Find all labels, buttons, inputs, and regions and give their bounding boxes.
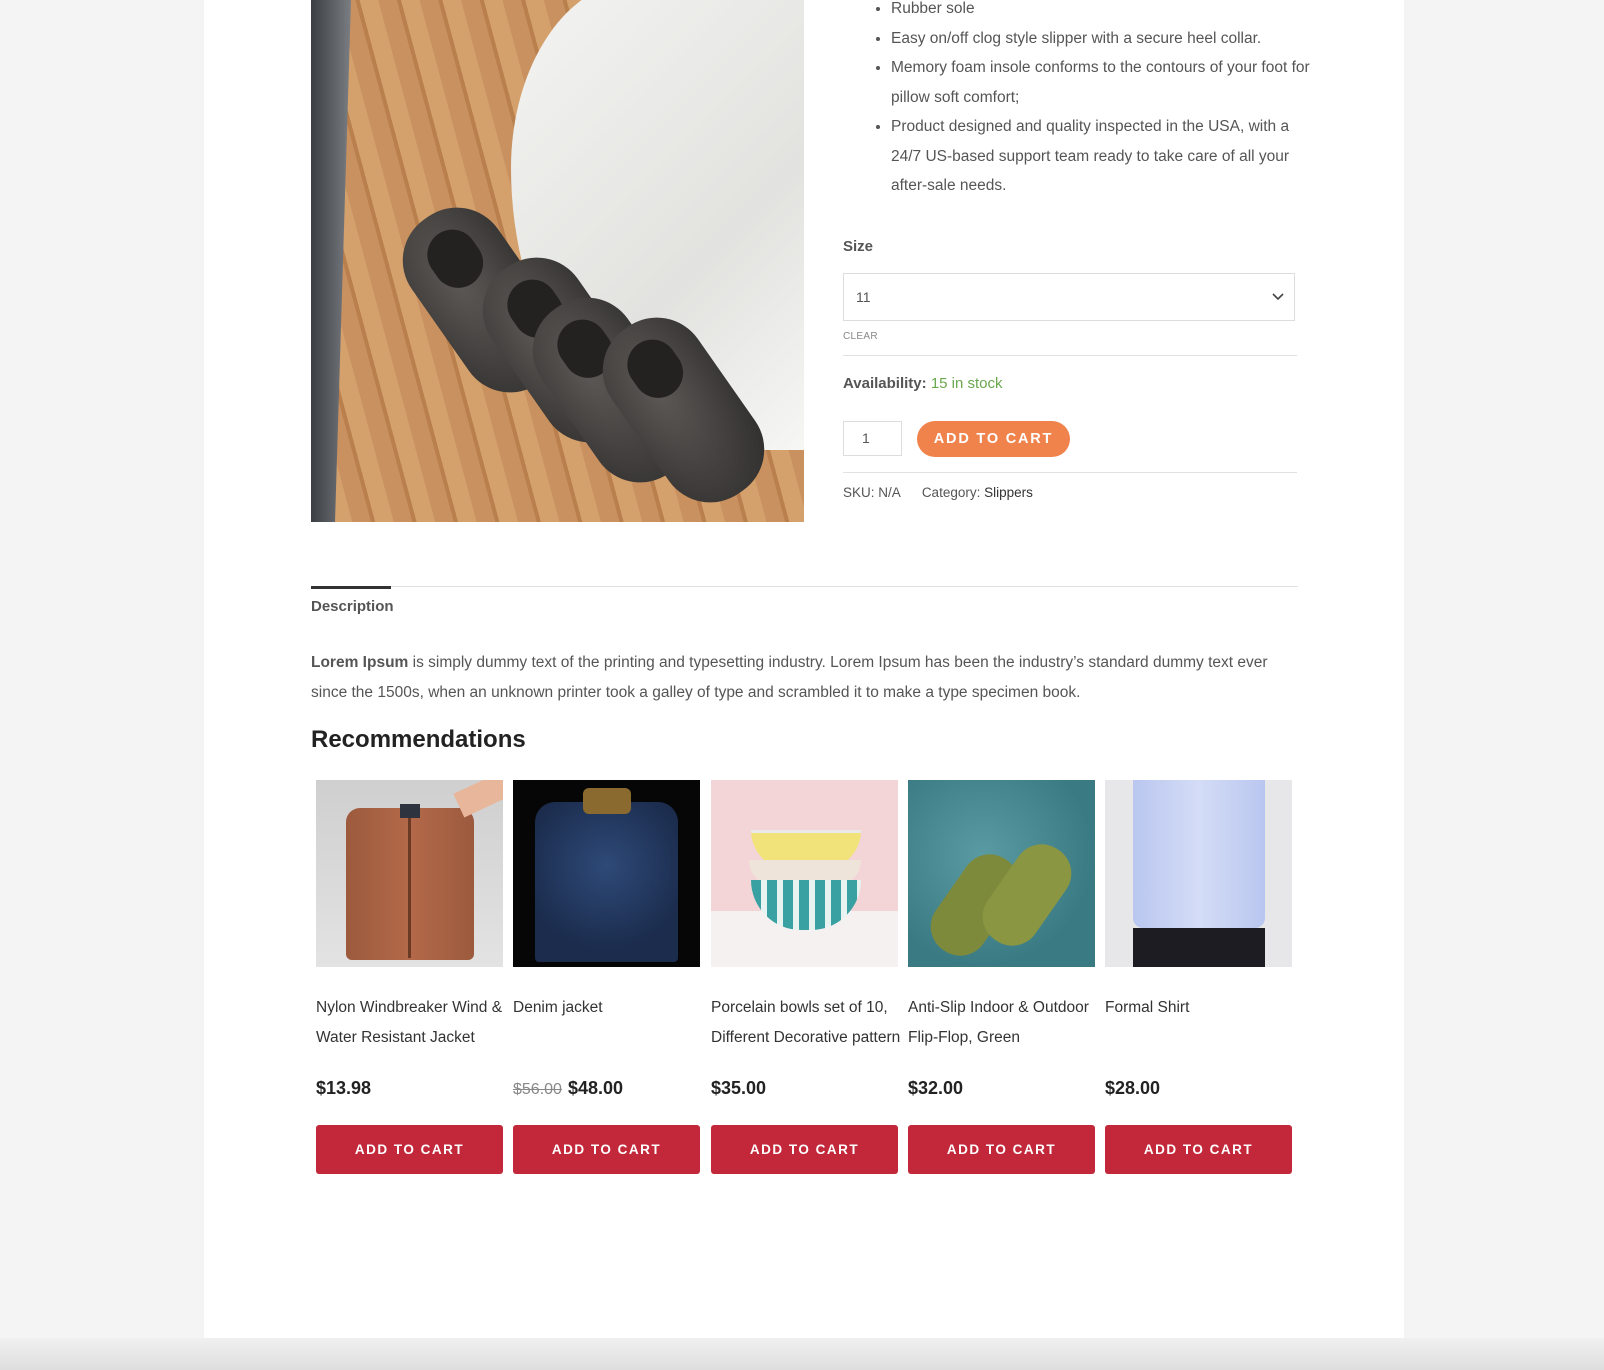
quantity-input[interactable]: 1 [843,421,902,456]
clear-link[interactable]: CLEAR [843,331,878,342]
divider [843,355,1297,356]
card-title[interactable]: Formal Shirt [1105,993,1300,1023]
card-price: $13.98 [316,1078,371,1099]
product-image-windbreaker[interactable] [316,780,503,967]
description-bold: Lorem Ipsum [311,654,409,671]
add-to-cart-button[interactable]: ADD TO CART [917,421,1070,457]
description-text: Lorem Ipsum is simply dummy text of the … [311,648,1296,708]
add-to-cart-button[interactable]: ADD TO CART [908,1125,1095,1174]
divider [843,472,1297,473]
product-meta: SKU: N/A Category: Slippers [843,485,1033,500]
card-title[interactable]: Anti-Slip Indoor & Outdoor Flip-Flop, Gr… [908,993,1103,1053]
sku-label: SKU: [843,485,875,500]
feature-item: Easy on/off clog style slipper with a se… [891,24,1311,54]
description-body: is simply dummy text of the printing and… [311,654,1268,701]
price-current: $13.98 [316,1078,372,1098]
stock-status: 15 in stock [930,375,1003,392]
availability-label: Availability: [843,375,927,392]
price-current: $48.00 [567,1078,623,1098]
card-price: $28.00 [1105,1078,1160,1099]
product-image-denim[interactable] [513,780,700,967]
card-price: $56.00 $48.00 [513,1078,623,1099]
product-image-flipflops[interactable] [908,780,1095,967]
add-to-cart-button[interactable]: ADD TO CART [711,1125,898,1174]
product-image-shirt[interactable] [1105,780,1292,967]
size-label: Size [843,238,874,255]
price-current: $35.00 [711,1078,767,1098]
size-value: 11 [856,289,871,305]
tab-description[interactable]: Description [311,598,394,615]
card-price: $35.00 [711,1078,766,1099]
add-to-cart-button[interactable]: ADD TO CART [1105,1125,1292,1174]
category-label: Category: [921,485,981,500]
page-bottom-edge [0,1338,1604,1370]
add-to-cart-button[interactable]: ADD TO CART [513,1125,700,1174]
feature-item: Product designed and quality inspected i… [891,112,1311,201]
tab-active-indicator [311,586,391,589]
price-current: $28.00 [1105,1078,1161,1098]
recommendations-title: Recommendations [311,726,526,753]
price-current: $32.00 [908,1078,964,1098]
product-image[interactable] [311,0,804,522]
price-old: $56.00 [513,1081,562,1098]
feature-item: Rubber sole [891,0,1311,24]
feature-list: Rubber sole Easy on/off clog style slipp… [843,0,1311,201]
card-title[interactable]: Nylon Windbreaker Wind & Water Resistant… [316,993,511,1053]
chevron-down-icon [1272,293,1284,301]
category-link[interactable]: Slippers [984,485,1033,500]
card-title[interactable]: Porcelain bowls set of 10, Different Dec… [711,993,901,1053]
availability: Availability: 15 in stock [843,375,1003,392]
card-title[interactable]: Denim jacket [513,993,708,1023]
add-to-cart-button[interactable]: ADD TO CART [316,1125,503,1174]
sku-value: N/A [878,485,901,500]
card-price: $32.00 [908,1078,963,1099]
size-select[interactable]: 11 [843,273,1295,321]
feature-item: Memory foam insole conforms to the conto… [891,53,1311,112]
product-image-bowls[interactable] [711,780,898,967]
tabs-divider [311,586,1298,587]
